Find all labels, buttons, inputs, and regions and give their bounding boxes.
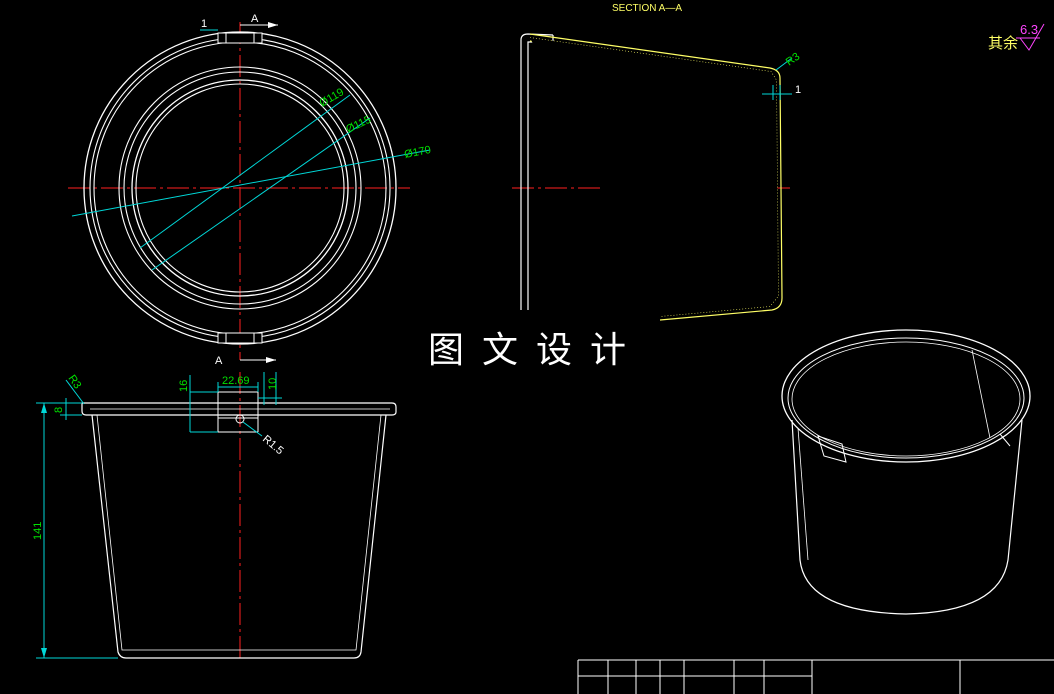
overall-height-label: 141 <box>32 522 44 540</box>
roughness-note: 其余 <box>988 34 1018 52</box>
cad-drawing-canvas: A A 1 Ø119 Ø115 Ø170 SECTION A—A R3 1 图文… <box>32 3 1054 694</box>
front-view: R1.5 22.69 10 16 R3 8 141 <box>32 372 397 660</box>
front-body <box>91 414 387 659</box>
section-title: SECTION A—A <box>612 3 682 14</box>
overall-height-dimension <box>36 402 118 659</box>
section-view: SECTION A—A R3 1 <box>512 3 802 321</box>
slot-width-label: 22.69 <box>222 375 250 387</box>
section-hatch <box>529 37 779 317</box>
iso-body-left <box>791 419 1023 615</box>
rim-radius-label: R3 <box>66 373 84 391</box>
handle-slot <box>217 391 259 433</box>
isometric-view <box>781 329 1031 615</box>
section-radius-leader: R3 <box>775 51 802 71</box>
roughness-value: 6.3 <box>1020 22 1038 37</box>
bottom-tab <box>217 332 263 344</box>
section-marker-top: A <box>240 13 278 28</box>
top-view: A A 1 Ø119 Ø115 Ø170 <box>68 13 432 367</box>
tab-width-label: 10 <box>267 378 279 390</box>
iso-inner-seam <box>971 349 991 439</box>
front-rim <box>81 402 397 416</box>
watermark-text: 图文设计 <box>428 330 644 371</box>
iso-rim-inner <box>787 337 1025 459</box>
section-radius-label: R3 <box>784 51 802 69</box>
section-marker-top-label: A <box>251 13 259 25</box>
diameter-leaders <box>71 94 431 271</box>
gap-dimension: 1 <box>200 18 218 31</box>
top-tab <box>217 32 263 44</box>
slot-height-label: 16 <box>178 380 190 392</box>
title-block <box>577 659 1054 694</box>
diameter-170-label: Ø170 <box>403 144 432 161</box>
rim-height-label: 8 <box>53 407 65 413</box>
section-marker-bottom-label: A <box>215 355 223 367</box>
hole-radius-leader: R1.5 <box>242 421 286 457</box>
section-thickness-label: 1 <box>795 84 801 96</box>
roughness-symbol: 其余 6.3 <box>988 22 1045 52</box>
diameter-119-label: Ø119 <box>318 86 347 109</box>
iso-rim-outer <box>781 329 1031 463</box>
hole-radius-label: R1.5 <box>260 433 286 457</box>
gap-dimension-label: 1 <box>201 18 207 30</box>
iso-body-inner-left <box>797 427 809 561</box>
diameter-115-label: Ø115 <box>344 114 373 136</box>
section-marker-bottom: A <box>215 355 276 367</box>
rim-radius-leader: R3 <box>66 373 85 405</box>
